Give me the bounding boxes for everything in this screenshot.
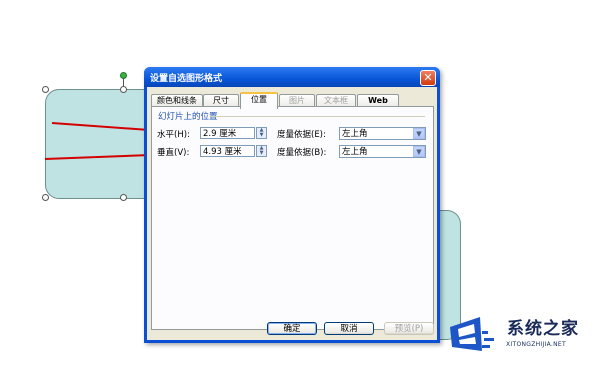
horizontal-measure-value: 左上角: [342, 129, 368, 139]
group-divider: [210, 116, 425, 117]
vertical-measure-value: 左上角: [342, 147, 368, 157]
preview-button[interactable]: 预览(P): [384, 322, 434, 335]
chevron-down-icon[interactable]: ▼: [413, 146, 425, 157]
close-icon[interactable]: ✕: [420, 70, 436, 86]
horizontal-input[interactable]: 2.9 厘米: [200, 127, 255, 139]
horizontal-measure-label: 度量依据(E):: [277, 130, 326, 140]
horizontal-measure-select[interactable]: 左上角 ▼: [339, 127, 426, 140]
vertical-input[interactable]: 4.93 厘米: [200, 145, 255, 157]
vertical-measure-label: 度量依据(B):: [277, 148, 327, 158]
vertical-label: 垂直(V):: [157, 148, 190, 158]
tab-position[interactable]: 位置: [240, 92, 278, 109]
vertical-spinner[interactable]: ▲ ▼: [256, 145, 267, 157]
chevron-down-icon[interactable]: ▼: [413, 128, 425, 139]
dialog-body: 颜色和线条 尺寸 位置 图片 文本框 Web 幻灯片上的位置 水平(H): 2.…: [147, 87, 437, 340]
group-title-slide-position: 幻灯片上的位置: [158, 112, 218, 122]
horizontal-spinner[interactable]: ▲ ▼: [256, 127, 267, 139]
horizontal-label: 水平(H):: [157, 130, 190, 140]
dialog-title: 设置自选图形格式: [150, 74, 223, 84]
ok-button[interactable]: 确定: [267, 322, 317, 335]
vertical-measure-select[interactable]: 左上角 ▼: [339, 145, 426, 158]
watermark-brand: 系统之家: [507, 319, 579, 339]
position-panel: 幻灯片上的位置 水平(H): 2.9 厘米 ▲ ▼ 度量依据(E): 左上角 ▼ …: [151, 106, 434, 330]
dialog-titlebar[interactable]: 设置自选图形格式 ✕: [144, 67, 440, 87]
watermark-url: XITONGZHIJIA.NET: [506, 341, 566, 348]
format-shape-dialog: 设置自选图形格式 ✕ 颜色和线条 尺寸 位置 图片 文本框 Web 幻灯片上的位…: [144, 67, 440, 343]
cancel-button[interactable]: 取消: [324, 322, 374, 335]
watermark-logo-icon: [450, 317, 494, 351]
